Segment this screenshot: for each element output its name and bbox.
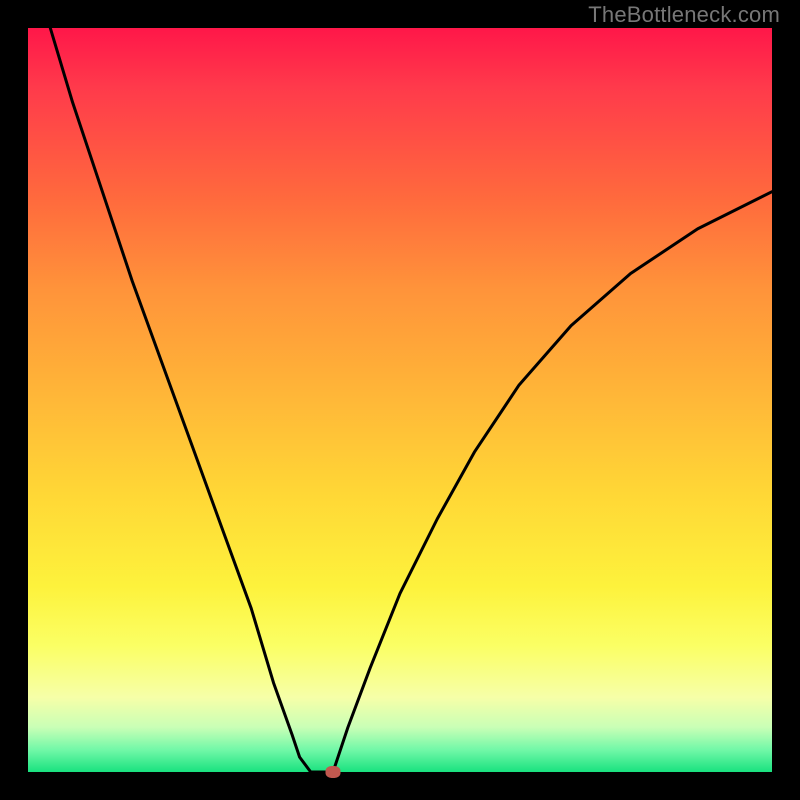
bottleneck-curve — [28, 28, 772, 772]
watermark-text: TheBottleneck.com — [588, 2, 780, 28]
minimum-marker — [326, 766, 341, 778]
plot-area — [28, 28, 772, 772]
curve-path — [50, 28, 772, 772]
chart-frame: TheBottleneck.com — [0, 0, 800, 800]
